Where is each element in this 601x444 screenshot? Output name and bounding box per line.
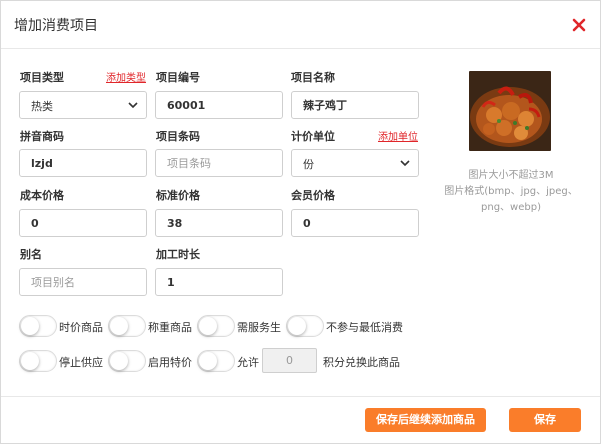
item-type-select[interactable]: 热类 [19,91,147,119]
cost-price-label: 成本价格 [20,189,64,202]
needs-waiter-toggle[interactable] [197,315,235,337]
save-button[interactable]: 保存 [509,408,581,432]
chevron-down-icon [128,102,138,109]
barcode-input[interactable] [155,149,283,177]
stop-supply-label: 停止供应 [59,356,103,369]
item-name-label: 项目名称 [291,71,335,84]
points-suffix-label: 积分兑换此商品 [323,356,400,369]
image-format-hint: 图片格式(bmp、jpg、jpeg、 [444,186,578,197]
add-unit-link[interactable]: 添加单位 [378,128,418,143]
toggle-knob [110,352,128,370]
needs-waiter-label: 需服务生 [237,321,281,334]
special-price-label: 启用特价 [148,356,192,369]
close-icon[interactable] [570,16,588,34]
toggle-knob [110,317,128,335]
special-price-toggle[interactable] [108,350,146,372]
item-photo[interactable] [469,71,551,151]
weighed-item-label: 称重商品 [148,321,192,334]
seasonal-price-toggle[interactable] [19,315,57,337]
item-code-label: 项目编号 [156,71,200,84]
toggle-knob [288,317,306,335]
unit-value: 份 [303,158,314,171]
barcode-label: 项目条码 [156,130,200,143]
member-price-input[interactable] [291,209,419,237]
dialog-title: 增加消费项目 [14,18,98,34]
allow-points-label: 允许 [237,356,259,369]
item-code-input[interactable] [155,91,283,119]
toggle-knob [21,317,39,335]
dish-photo-icon [469,71,551,151]
footer-divider [1,396,600,397]
exclude-min-spend-toggle[interactable] [286,315,324,337]
cost-price-input[interactable] [19,209,147,237]
exclude-min-spend-label: 不参与最低消费 [326,321,403,334]
processing-time-label: 加工时长 [156,248,200,261]
add-item-dialog: 增加消费项目 项目类型 添加类型 热类 项目编号 项目名称 拼音商码 项目条码 … [0,0,601,444]
add-type-link[interactable]: 添加类型 [106,69,146,84]
processing-time-input[interactable] [155,268,283,296]
item-type-label: 项目类型 [20,71,64,84]
toggle-knob [199,317,217,335]
member-price-label: 会员价格 [291,189,335,202]
allow-points-toggle[interactable] [197,350,235,372]
standard-price-input[interactable] [155,209,283,237]
pinyin-code-label: 拼音商码 [20,130,64,143]
image-format-hint-cont: png、webp) [481,202,541,213]
weighed-item-toggle[interactable] [108,315,146,337]
dialog-header: 增加消费项目 [1,1,600,49]
save-continue-button[interactable]: 保存后继续添加商品 [365,408,486,432]
points-input[interactable] [262,348,317,373]
toggle-knob [21,352,39,370]
alias-input[interactable] [19,268,147,296]
stop-supply-toggle[interactable] [19,350,57,372]
chevron-down-icon [400,160,410,167]
item-name-input[interactable] [291,91,419,119]
unit-label: 计价单位 [291,130,335,143]
image-size-hint: 图片大小不超过3M [468,170,554,181]
unit-select[interactable]: 份 [291,149,419,177]
pinyin-code-input[interactable] [19,149,147,177]
alias-label: 别名 [20,248,42,261]
standard-price-label: 标准价格 [156,189,200,202]
seasonal-price-label: 时价商品 [59,321,103,334]
toggle-knob [199,352,217,370]
item-type-value: 热类 [31,100,53,113]
